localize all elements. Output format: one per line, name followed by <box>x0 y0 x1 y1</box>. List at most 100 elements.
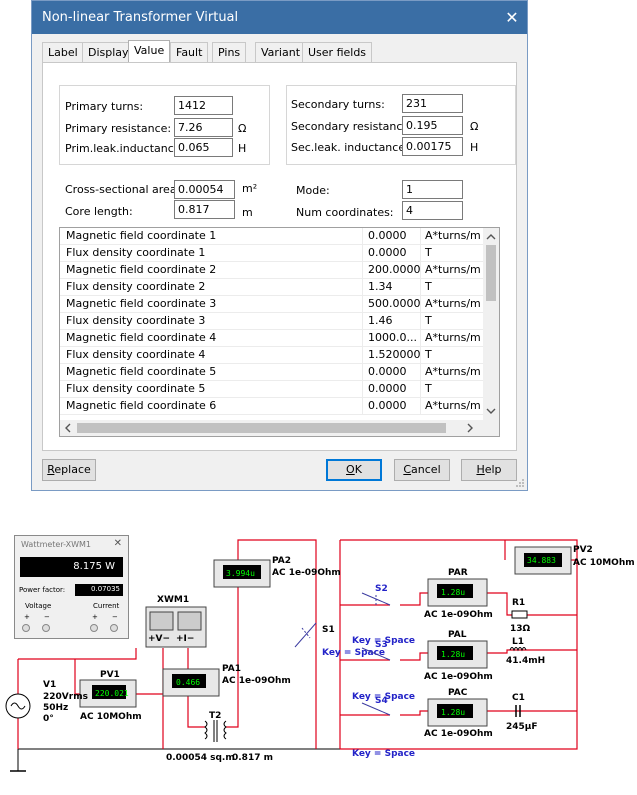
t2-length: 0.817 m <box>232 753 273 763</box>
close-icon[interactable]: ✕ <box>497 1 527 34</box>
column-divider <box>420 296 421 313</box>
column-divider <box>362 262 363 279</box>
table-row[interactable]: Magnetic field coordinate 5 0.0000 A*turns… <box>60 364 499 381</box>
column-divider <box>420 381 421 398</box>
s4-label: S4 <box>375 696 388 706</box>
grid-cell-unit: A*turns/m <box>425 297 481 310</box>
t2-label: T2 <box>209 711 221 721</box>
table-row[interactable]: Magnetic field coordinate 3 500.0000 A*tur… <box>60 296 499 313</box>
grid-cell-value: 0.0000 <box>368 365 407 378</box>
cancel-button[interactable]: Cancel <box>394 459 450 481</box>
voltage-plus-terminal-icon <box>22 624 30 632</box>
l1-label: L1 <box>512 637 524 647</box>
secondary-resistance-field[interactable]: 0.195 <box>402 116 463 135</box>
current-minus-terminal-icon <box>110 624 118 632</box>
tab-pins[interactable]: Pins <box>212 42 247 62</box>
table-row[interactable]: Flux density coordinate 3 1.46 T <box>60 313 499 330</box>
table-row[interactable]: Magnetic field coordinate 1 0.0000 A*turns… <box>60 228 499 245</box>
grid-cell-name: Magnetic field coordinate 1 <box>66 229 217 242</box>
pa1-spec: AC 1e-09Ohm <box>222 676 291 686</box>
horizontal-scrollbar[interactable] <box>60 420 499 436</box>
xwm1-i-port <box>177 611 202 631</box>
current-label: Current <box>93 602 120 610</box>
primary-resistance-label: Primary resistance: <box>65 122 172 135</box>
r1-value: 13Ω <box>510 624 531 634</box>
t2-area: 0.00054 sq.m <box>166 753 235 763</box>
par-spec: AC 1e-09Ohm <box>424 610 493 620</box>
replace-button[interactable]: Replace <box>42 459 96 481</box>
ok-button[interactable]: OK <box>326 459 382 481</box>
tab-variant[interactable]: Variant <box>255 42 307 62</box>
pf-label: Power factor: <box>19 586 66 594</box>
core-length-field[interactable]: 0.817 <box>174 200 235 219</box>
prim-leak-field[interactable]: 0.065 <box>174 138 233 157</box>
help-button[interactable]: Help <box>461 459 517 481</box>
column-divider <box>420 398 421 415</box>
secondary-turns-field[interactable]: 231 <box>402 94 463 113</box>
grid-cell-unit: A*turns/m <box>425 263 481 276</box>
resize-grip-icon[interactable] <box>515 478 525 488</box>
table-row[interactable]: Flux density coordinate 1 0.0000 T <box>60 245 499 262</box>
num-coordinates-field[interactable]: 4 <box>402 201 463 220</box>
wattmeter-close-icon[interactable]: ✕ <box>114 538 122 549</box>
primary-resistance-field[interactable]: 7.26 <box>174 118 233 137</box>
table-row[interactable]: Flux density coordinate 2 1.34 T <box>60 279 499 296</box>
secondary-turns-label: Secondary turns: <box>291 98 385 111</box>
xwm1-v-port <box>149 611 174 631</box>
prim-leak-unit: H <box>238 142 247 155</box>
scroll-thumb <box>486 245 496 301</box>
secondary-resistance-label: Secondary resistance: <box>291 120 413 133</box>
vertical-scrollbar[interactable] <box>483 228 499 421</box>
r1-resistor-icon <box>511 610 528 619</box>
grid-cell-unit: T <box>425 382 432 395</box>
xwm1-label: XWM1 <box>157 595 189 605</box>
mode-field[interactable]: 1 <box>402 180 463 199</box>
pac-label: PAC <box>448 688 468 698</box>
grid-cell-name: Magnetic field coordinate 3 <box>66 297 217 310</box>
pa1-label: PA1 <box>222 664 241 674</box>
tab-fault[interactable]: Fault <box>170 42 209 62</box>
table-row[interactable]: Magnetic field coordinate 4 1000.0... A*tu… <box>60 330 499 347</box>
voltage-minus-terminal-icon <box>42 624 50 632</box>
table-row[interactable]: Flux density coordinate 4 1.520000 T <box>60 347 499 364</box>
voltage-minus-label: − <box>44 613 50 621</box>
v1-phase: 0° <box>43 714 54 724</box>
table-row[interactable]: Flux density coordinate 5 0.0000 T <box>60 381 499 398</box>
wire-top-left <box>18 648 137 660</box>
current-minus-label: − <box>112 613 118 621</box>
core-length-unit: m <box>242 206 253 219</box>
grid-cell-value: 1.34 <box>368 280 393 293</box>
pv1-label: PV1 <box>100 670 120 680</box>
tab-display[interactable]: Display <box>82 42 135 62</box>
l1-value: 41.4mH <box>506 656 545 666</box>
column-divider <box>362 364 363 381</box>
tab-user-fields[interactable]: User fields <box>302 42 373 62</box>
primary-resistance-unit: Ω <box>238 122 247 135</box>
grid-cell-name: Flux density coordinate 5 <box>66 382 206 395</box>
column-divider <box>420 347 421 364</box>
wire-r1 <box>487 592 577 616</box>
wattmeter-panel[interactable]: Wattmeter-XWM1 ✕ 8.175 W Power factor: 0… <box>14 535 129 639</box>
tab-label[interactable]: Label <box>42 42 84 62</box>
prim-leak-label: Prim.leak.inductance: <box>65 142 185 155</box>
xwm1-plus-v: +V− <box>148 634 170 644</box>
wire-pac-in <box>400 710 428 716</box>
primary-turns-field[interactable]: 1412 <box>174 96 233 115</box>
grid-cell-unit: A*turns/m <box>425 365 481 378</box>
primary-turns-label: Primary turns: <box>65 100 144 113</box>
dialog-title: Non-linear Transformer Virtual <box>42 10 239 25</box>
core-length-label: Core length: <box>65 205 133 218</box>
grid-cell-value: 0.0000 <box>368 382 407 395</box>
grid-cell-value: 1000.0... <box>368 331 417 344</box>
table-row[interactable]: Magnetic field coordinate 2 200.0000 A*tur… <box>60 262 499 279</box>
wire-l1 <box>487 649 577 654</box>
cross-area-field[interactable]: 0.00054 <box>174 180 235 199</box>
coordinates-grid[interactable]: Magnetic field coordinate 1 0.0000 A*turns… <box>59 227 500 437</box>
tab-value[interactable]: Value <box>128 40 171 63</box>
grid-cell-unit: T <box>425 314 432 327</box>
sec-leak-field[interactable]: 0.00175 <box>402 137 463 156</box>
pa2-reading: 3.994u <box>226 569 255 578</box>
pal-reading: 1.28u <box>441 650 465 659</box>
table-row[interactable]: Magnetic field coordinate 6 0.0000 A*turns… <box>60 398 499 415</box>
pa2-label: PA2 <box>272 556 291 566</box>
